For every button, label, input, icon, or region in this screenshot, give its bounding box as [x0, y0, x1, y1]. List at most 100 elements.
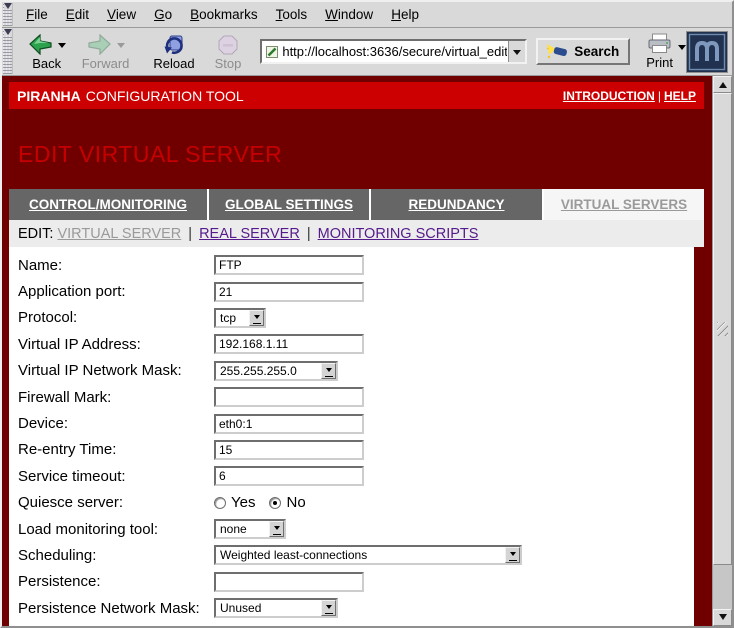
- tab-redundancy[interactable]: REDUNDANCY: [371, 189, 542, 220]
- load-monitoring-select[interactable]: none: [214, 519, 286, 539]
- device-label: Device:: [18, 415, 214, 432]
- tab-virtual-servers[interactable]: VIRTUAL SERVERS: [544, 189, 704, 220]
- quiesce-server-label: Quiesce server:: [18, 494, 214, 511]
- form-row: Name:: [18, 252, 694, 278]
- scrollbar-thumb[interactable]: [713, 93, 732, 565]
- device-input[interactable]: [214, 414, 364, 434]
- form-row: Scheduling: Weighted least-connections: [18, 542, 694, 568]
- piranha-page: PIRANHACONFIGURATION TOOL INTRODUCTION|H…: [2, 76, 712, 626]
- menu-edit[interactable]: Edit: [57, 3, 98, 26]
- arrow-up-icon: [719, 78, 727, 88]
- tab-bar: CONTROL/MONITORING GLOBAL SETTINGS REDUN…: [9, 189, 704, 220]
- quiesce-radio-group: Yes No: [214, 494, 320, 511]
- header-links: INTRODUCTION|HELP: [563, 89, 696, 103]
- form-row: Persistence Network Mask: Unused: [18, 595, 694, 621]
- menu-bookmarks[interactable]: Bookmarks: [181, 3, 267, 26]
- subnav-prefix: EDIT:: [18, 226, 53, 242]
- scroll-up-button[interactable]: [713, 76, 732, 93]
- firewall-mark-input[interactable]: [214, 387, 364, 407]
- toolbar-grippy[interactable]: [3, 29, 13, 74]
- back-arrow-icon: [28, 34, 53, 55]
- bookmark-page-icon[interactable]: [262, 45, 281, 59]
- menu-tools[interactable]: Tools: [267, 3, 317, 26]
- menu-help[interactable]: Help: [382, 3, 428, 26]
- scroll-down-button[interactable]: [713, 609, 732, 626]
- virtual-server-form: Name: Application port: Protocol: tcp: [9, 247, 694, 626]
- tab-control-monitoring[interactable]: CONTROL/MONITORING: [9, 189, 207, 220]
- mozilla-m-icon: [687, 32, 727, 72]
- chevron-down-icon: [249, 310, 264, 326]
- quiesce-yes-radio[interactable]: [214, 497, 226, 509]
- protocol-label: Protocol:: [18, 309, 214, 326]
- menu-window[interactable]: Window: [316, 3, 382, 26]
- page-header-bar: PIRANHACONFIGURATION TOOL INTRODUCTION|H…: [9, 82, 704, 109]
- mozilla-logo[interactable]: [686, 31, 728, 73]
- arrow-down-icon: [719, 614, 727, 624]
- form-row: Application port:: [18, 278, 694, 304]
- form-row: Quiesce server: Yes No: [18, 490, 694, 516]
- url-history-dropdown[interactable]: [508, 41, 525, 62]
- form-row: Persistence:: [18, 569, 694, 595]
- virtual-ip-mask-select[interactable]: 255.255.255.0: [214, 361, 338, 381]
- stop-button: Stop: [210, 30, 247, 74]
- form-row: Virtual IP Address:: [18, 331, 694, 357]
- form-row: Load monitoring tool: none: [18, 516, 694, 542]
- quiesce-no-label: No: [286, 494, 305, 511]
- form-row: Re-entry Time:: [18, 437, 694, 463]
- forward-arrow-icon: [87, 34, 112, 55]
- menu-bar: File Edit View Go Bookmarks Tools Window…: [2, 2, 732, 28]
- virtual-ip-mask-label: Virtual IP Network Mask:: [18, 362, 214, 379]
- service-timeout-label: Service timeout:: [18, 468, 214, 485]
- url-input[interactable]: [281, 44, 508, 59]
- navigation-toolbar: Back Forward Reload: [2, 28, 732, 76]
- introduction-link[interactable]: INTRODUCTION: [563, 89, 655, 103]
- stop-icon: [218, 35, 238, 55]
- quiesce-no-radio[interactable]: [269, 497, 281, 509]
- form-row: Device:: [18, 410, 694, 436]
- persistence-mask-select[interactable]: Unused: [214, 598, 338, 618]
- search-button[interactable]: Search: [536, 38, 630, 65]
- menu-go[interactable]: Go: [145, 3, 181, 26]
- chevron-down-icon: [505, 547, 520, 563]
- chevron-down-icon: [269, 521, 284, 537]
- quiesce-yes-label: Yes: [231, 494, 255, 511]
- tab-global-settings[interactable]: GLOBAL SETTINGS: [209, 189, 369, 220]
- scrollbar-track[interactable]: [713, 565, 732, 609]
- reload-icon: [163, 34, 185, 56]
- print-dropdown-caret[interactable]: [678, 45, 686, 54]
- chevron-down-icon: [513, 50, 521, 59]
- chevron-down-icon: [321, 363, 336, 379]
- scheduling-select[interactable]: Weighted least-connections: [214, 545, 522, 565]
- page-title: EDIT VIRTUAL SERVER: [18, 141, 704, 168]
- back-button[interactable]: Back: [23, 30, 71, 74]
- persistence-label: Persistence:: [18, 573, 214, 590]
- load-monitoring-label: Load monitoring tool:: [18, 521, 214, 538]
- page-brand: PIRANHACONFIGURATION TOOL: [17, 88, 244, 104]
- reentry-time-label: Re-entry Time:: [18, 441, 214, 458]
- firewall-mark-label: Firewall Mark:: [18, 389, 214, 406]
- application-port-label: Application port:: [18, 283, 214, 300]
- reload-button[interactable]: Reload: [148, 30, 199, 74]
- persistence-input[interactable]: [214, 572, 364, 592]
- help-link[interactable]: HELP: [664, 89, 696, 103]
- vertical-scrollbar: [712, 76, 732, 626]
- browser-window: File Edit View Go Bookmarks Tools Window…: [0, 0, 734, 628]
- browser-content: PIRANHACONFIGURATION TOOL INTRODUCTION|H…: [2, 76, 732, 626]
- menubar-grippy[interactable]: [3, 3, 13, 26]
- subnav-real-server-link[interactable]: REAL SERVER: [199, 226, 300, 242]
- print-button[interactable]: Print: [646, 33, 686, 70]
- name-input[interactable]: [214, 255, 364, 275]
- virtual-ip-label: Virtual IP Address:: [18, 336, 214, 353]
- application-port-input[interactable]: [214, 282, 364, 302]
- menu-view[interactable]: View: [98, 3, 145, 26]
- form-row: Firewall Mark:: [18, 384, 694, 410]
- subnav-monitoring-scripts-link[interactable]: MONITORING SCRIPTS: [318, 226, 479, 242]
- service-timeout-input[interactable]: [214, 466, 364, 486]
- reentry-time-input[interactable]: [214, 440, 364, 460]
- virtual-ip-input[interactable]: [214, 334, 364, 354]
- back-dropdown-caret[interactable]: [58, 43, 66, 52]
- protocol-select[interactable]: tcp: [214, 308, 266, 328]
- subnav-bar: EDIT: VIRTUAL SERVER | REAL SERVER | MON…: [9, 220, 704, 247]
- menu-file[interactable]: File: [17, 3, 57, 26]
- scheduling-label: Scheduling:: [18, 547, 214, 564]
